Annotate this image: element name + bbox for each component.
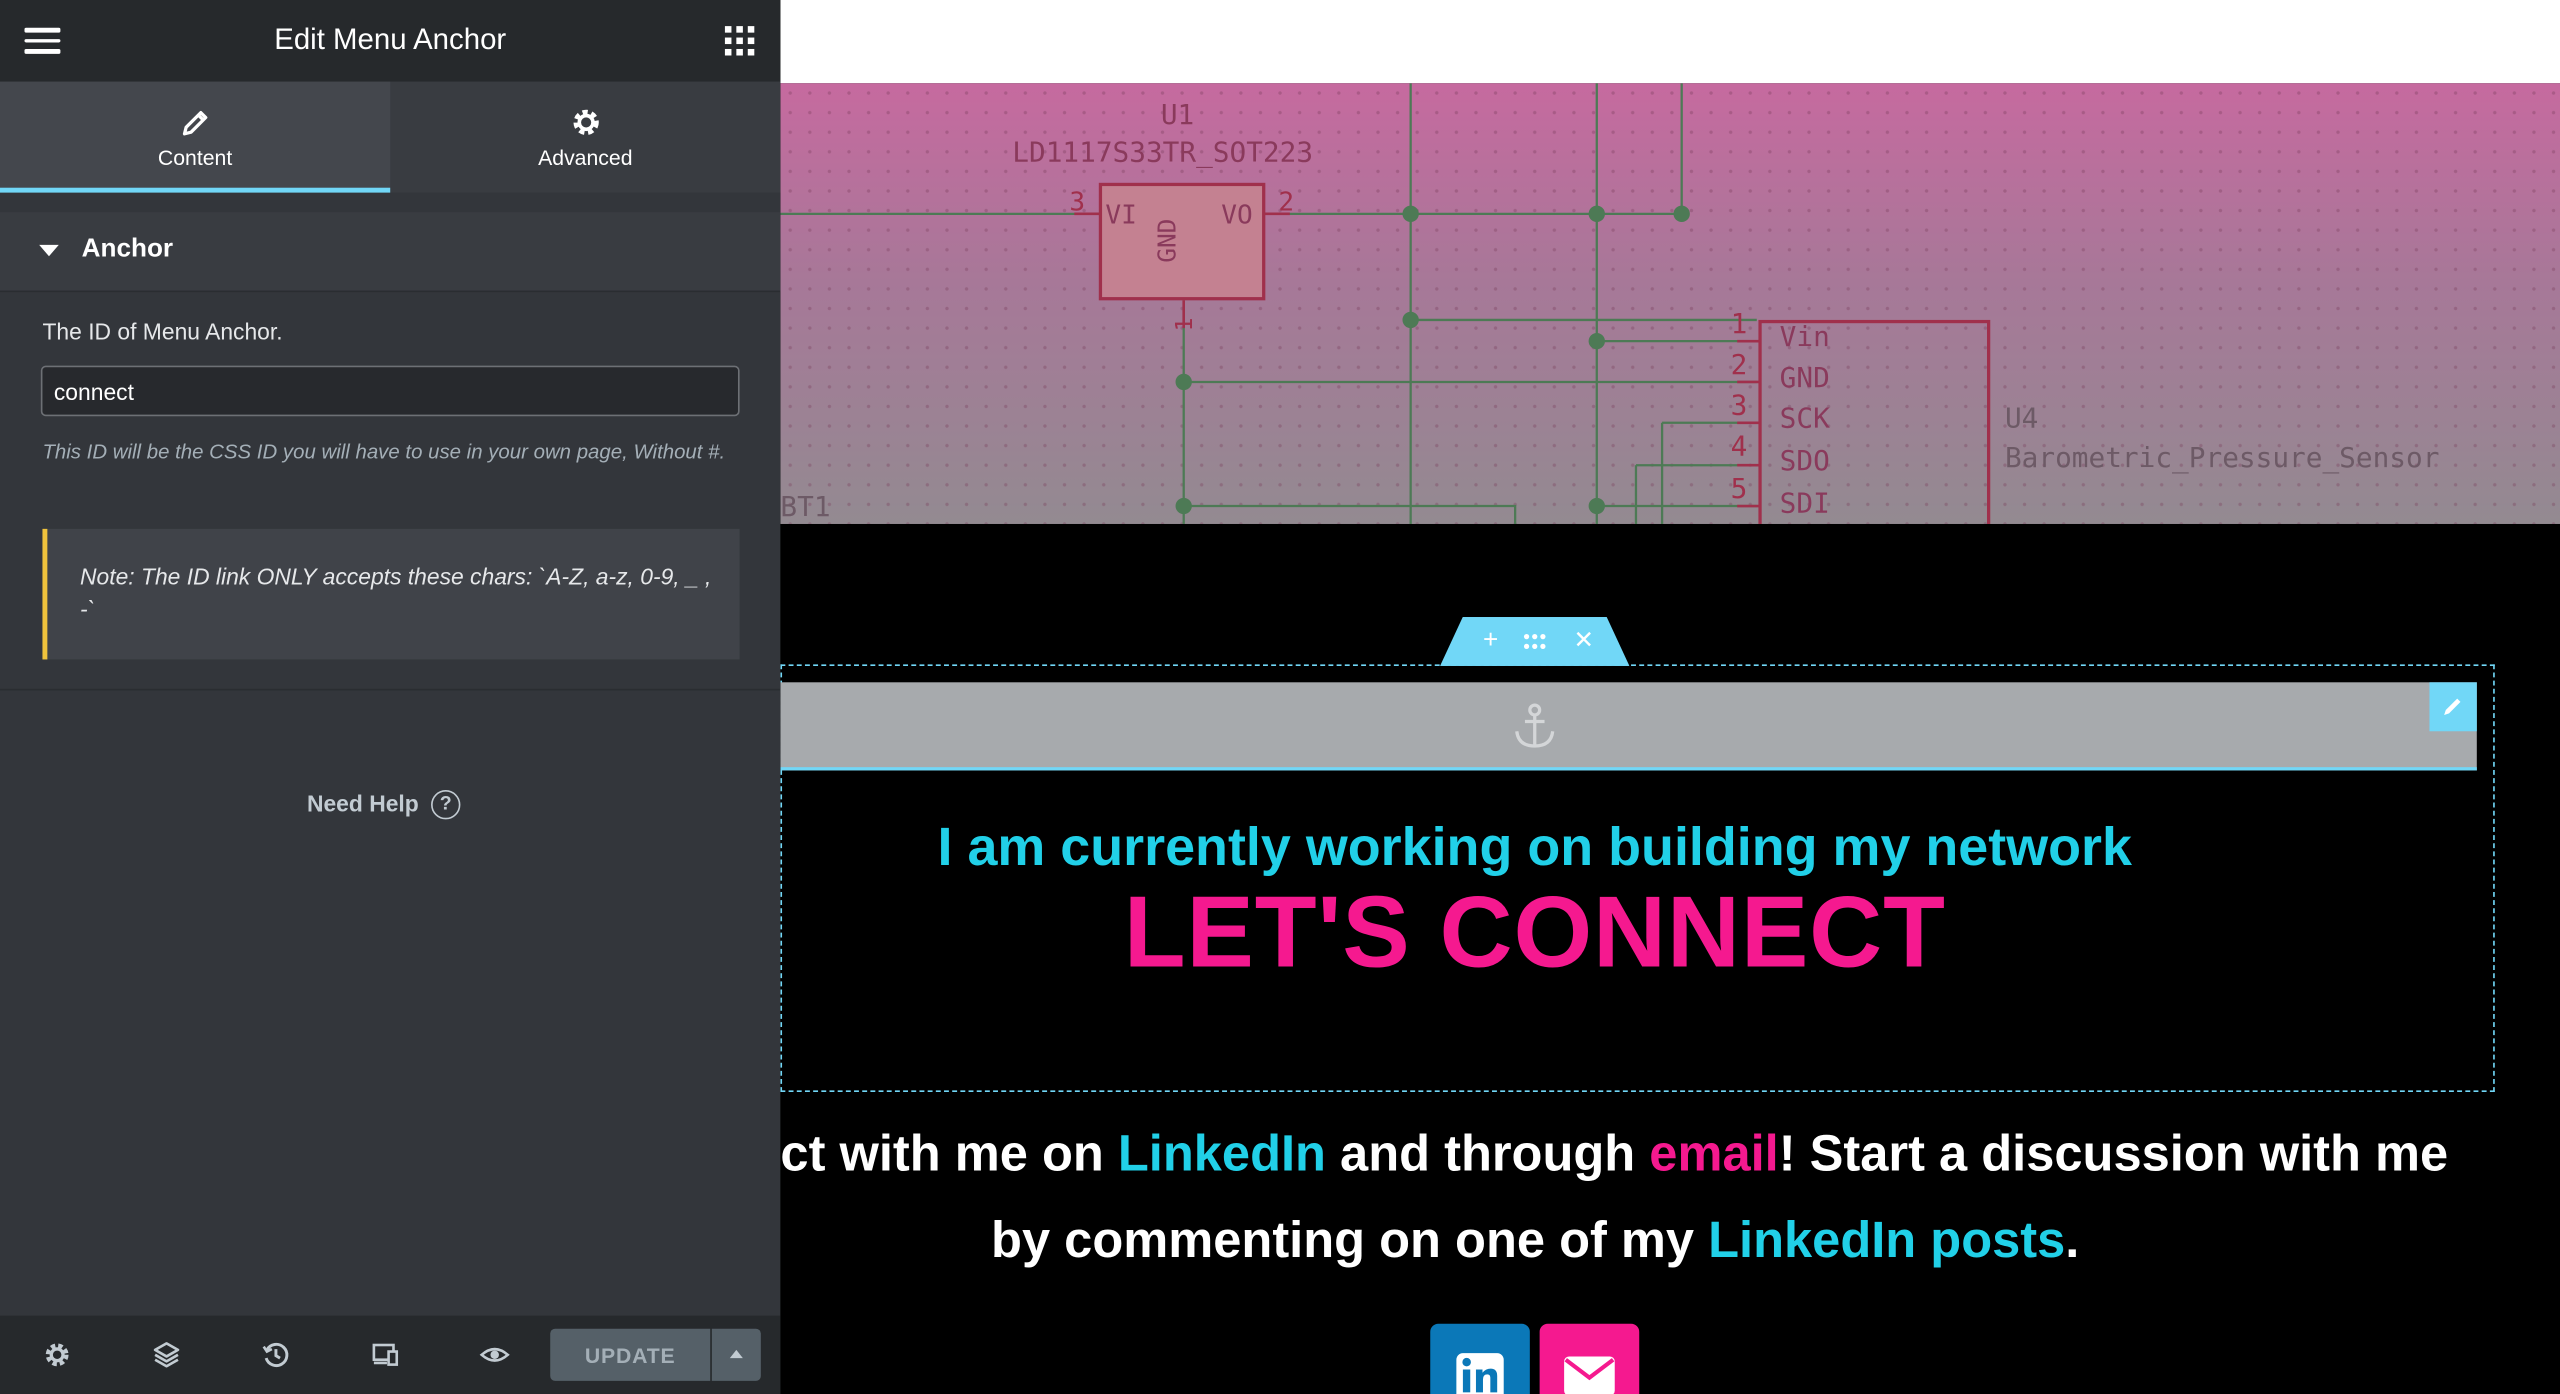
- tab-content[interactable]: Content: [0, 81, 391, 193]
- circuit-schematic-image: U1 LD1117S33TR_SOT223 3 2 VI VO GND 1 BT…: [780, 83, 2560, 524]
- paragraph-text: and through: [1325, 1124, 1650, 1182]
- page-preview: U1 LD1117S33TR_SOT223 3 2 VI VO GND 1 BT…: [780, 0, 2560, 1394]
- anchor-section-title: Anchor: [81, 235, 174, 263]
- header-strip: [780, 0, 2560, 84]
- delete-section-icon[interactable]: ✕: [1569, 627, 1598, 656]
- email-button[interactable]: [1539, 1323, 1640, 1394]
- widgets-grid-icon[interactable]: [724, 26, 755, 56]
- editor-panel: Edit Menu Anchor Content Advanced Anchor…: [0, 0, 781, 1394]
- linkedin-button[interactable]: [1430, 1323, 1530, 1394]
- update-button[interactable]: UPDATE: [550, 1328, 711, 1381]
- anchor-icon: [1515, 703, 1555, 748]
- u4-pin3-num: 3: [1730, 390, 1748, 423]
- section-toolbar: + ✕: [1440, 617, 1630, 666]
- eye-icon[interactable]: [478, 1338, 511, 1371]
- u4-vin-label: Vin: [1779, 321, 1830, 355]
- u4-part-label: Barometric_Pressure_Sensor: [2004, 442, 2440, 475]
- envelope-icon: [1564, 1356, 1615, 1394]
- linkedin-posts-link[interactable]: LinkedIn posts: [1708, 1211, 2065, 1268]
- u1-ref-label: U1: [1160, 99, 1195, 133]
- connect-paragraph-line1: ct with me on LinkedIn and through email…: [780, 1125, 2448, 1184]
- u4-sdo-label: SDO: [1779, 445, 1830, 479]
- u1-pin3-label: 3: [1069, 186, 1086, 218]
- caret-down-icon: [39, 244, 59, 257]
- question-icon[interactable]: ?: [431, 790, 461, 820]
- history-icon[interactable]: [260, 1338, 293, 1371]
- tab-advanced-label: Advanced: [538, 145, 633, 170]
- u4-pin2-num: 2: [1730, 349, 1748, 382]
- connect-paragraph-line2: by commenting on one of my LinkedIn post…: [991, 1211, 2079, 1270]
- anchor-note: Note: The ID link ONLY accepts these cha…: [42, 528, 740, 660]
- paragraph-text: by commenting on one of my: [991, 1211, 1709, 1269]
- pencil-icon: [2444, 698, 2461, 715]
- pencil-icon: [182, 110, 207, 136]
- settings-gear-icon[interactable]: [41, 1338, 74, 1371]
- anchor-note-text: Note: The ID link ONLY accepts these cha…: [80, 563, 712, 622]
- u1-vi-label: VI: [1105, 199, 1137, 231]
- tab-content-label: Content: [157, 145, 233, 170]
- u4-pin5-num: 5: [1730, 473, 1748, 507]
- u4-pin4-num: 4: [1730, 430, 1748, 464]
- need-help-link[interactable]: Need Help: [307, 790, 419, 816]
- u4-sdi-label: SDI: [1779, 488, 1830, 521]
- panel-tabs: Content Advanced: [0, 81, 781, 193]
- anchor-id-input[interactable]: [40, 365, 740, 417]
- responsive-mode-icon[interactable]: [369, 1338, 402, 1371]
- section-divider: [0, 688, 781, 691]
- email-link[interactable]: email: [1649, 1125, 1778, 1182]
- u4-sck-label: SCK: [1779, 403, 1830, 436]
- lets-connect-heading: LET'S CONNECT: [1123, 876, 1946, 990]
- add-section-icon[interactable]: +: [1476, 627, 1505, 656]
- layers-icon[interactable]: [150, 1338, 183, 1371]
- u4-gnd-label: GND: [1779, 362, 1830, 396]
- paragraph-text: .: [2065, 1211, 2080, 1269]
- update-options-caret-icon[interactable]: [711, 1328, 761, 1381]
- anchor-section-toggle[interactable]: Anchor: [0, 212, 781, 293]
- tab-advanced[interactable]: Advanced: [390, 82, 780, 193]
- u1-part-label: LD1117S33TR_SOT223: [1012, 137, 1314, 170]
- panel-header: Edit Menu Anchor: [0, 0, 781, 82]
- paragraph-text: ! Start a discussion with me: [1778, 1124, 2449, 1182]
- paragraph-text: ct with me on: [780, 1124, 1118, 1182]
- u1-pin2-label: 2: [1278, 186, 1295, 218]
- linkedin-icon: [1456, 1353, 1504, 1394]
- network-subheading: I am currently working on building my ne…: [937, 816, 2132, 877]
- edit-widget-button[interactable]: [2429, 682, 2477, 732]
- u4-pin1-num: 1: [1730, 308, 1748, 342]
- u1-vo-label: VO: [1221, 199, 1253, 231]
- linkedin-link[interactable]: LinkedIn: [1118, 1125, 1326, 1182]
- bt1-label: BT1: [780, 491, 831, 524]
- panel-title: Edit Menu Anchor: [274, 22, 507, 56]
- drag-handle-icon[interactable]: [1520, 627, 1549, 656]
- menu-anchor-widget[interactable]: [780, 682, 2477, 771]
- u1-pin1-label: 1: [1172, 317, 1199, 332]
- anchor-id-label: The ID of Menu Anchor.: [42, 318, 283, 345]
- anchor-id-description: This ID will be the CSS ID you will have…: [42, 440, 726, 464]
- u1-gnd-label: GND: [1152, 218, 1183, 263]
- u4-ref-label: U4: [2004, 403, 2039, 436]
- gear-icon: [572, 109, 598, 136]
